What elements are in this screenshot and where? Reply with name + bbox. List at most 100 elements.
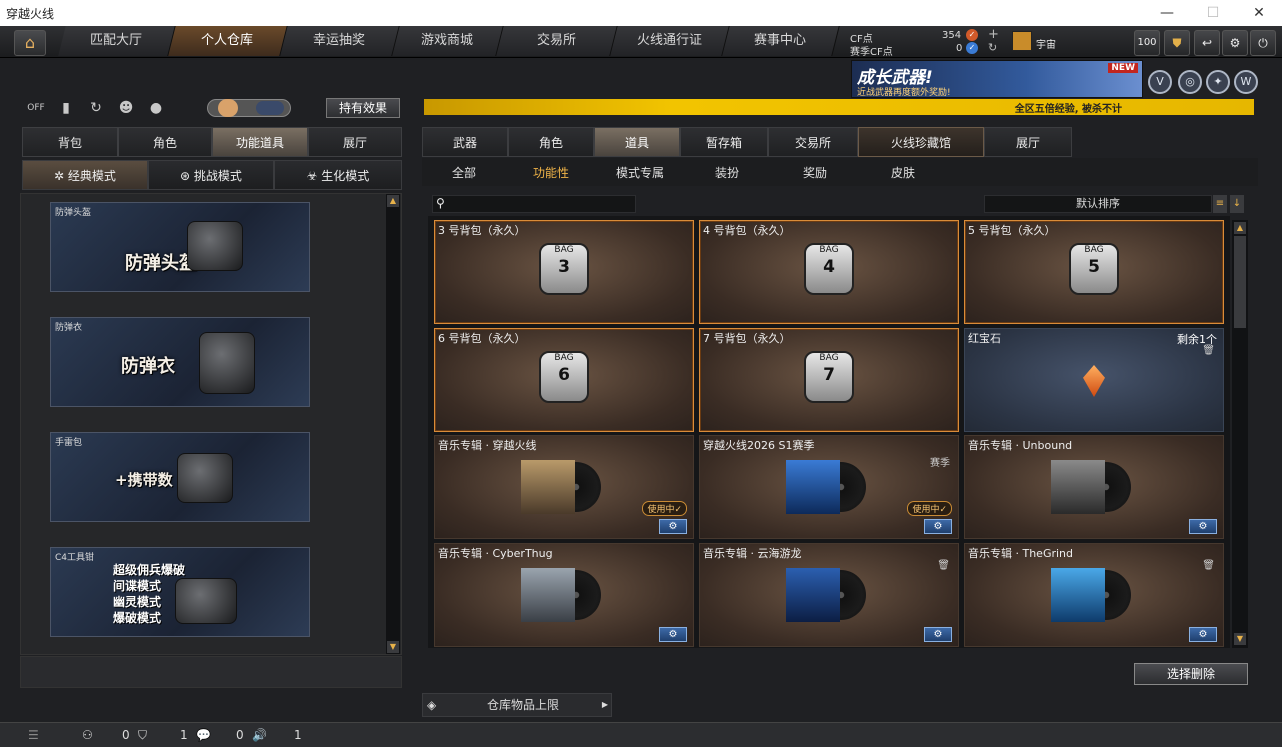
friends-icon[interactable]: ⚇ <box>82 728 93 742</box>
card-title: 6 号背包（永久） <box>438 332 526 345</box>
character-icon[interactable]: ☻ <box>114 98 138 118</box>
shield-icon[interactable]: ⛊ <box>1164 30 1190 56</box>
grid-scroll-thumb[interactable] <box>1234 236 1246 328</box>
scroll-up-arrow[interactable]: ▲ <box>387 195 399 207</box>
item-card-bag-3[interactable]: 3 号背包（永久） BAG 3 <box>434 220 694 324</box>
history-icon[interactable]: ↻ <box>84 98 108 118</box>
item-card-bag-7[interactable]: 7 号背包（永久） BAG 7 <box>699 328 959 432</box>
nav-tab-exchange[interactable]: 交易所 <box>496 26 618 56</box>
item-card-album-cf[interactable]: 音乐专辑 · 穿越火线 使用中✓ ⚙ <box>434 435 694 539</box>
tab-showroom[interactable]: 展厅 <box>308 127 402 157</box>
list-view-icon[interactable]: ≡ <box>1213 195 1227 213</box>
cf-coin-icon: ✓ <box>966 29 978 41</box>
scroll-up-arrow[interactable]: ▲ <box>1234 222 1246 234</box>
nav-tab-lucky-draw[interactable]: 幸运抽奖 <box>280 26 400 56</box>
item-card-bag-4[interactable]: 4 号背包（永久） BAG 4 <box>699 220 959 324</box>
tab-weapons[interactable]: 武器 <box>422 127 508 157</box>
rank-medal-icon-4[interactable]: W <box>1234 70 1258 94</box>
album-disc-icon <box>1051 568 1133 622</box>
item-card-album-s1[interactable]: 穿越火线2026 S1赛季 赛季 使用中✓ ⚙ <box>699 435 959 539</box>
sort-direction-icon[interactable]: ↓ <box>1230 195 1244 213</box>
rank-medal-icon-2[interactable]: ◎ <box>1178 70 1202 94</box>
shield-status-icon[interactable]: ⛉ <box>138 728 147 743</box>
return-icon[interactable]: ↩ <box>1194 30 1220 56</box>
tab-gallery[interactable]: 展厅 <box>984 127 1072 157</box>
tab-collection-hall[interactable]: 火线珍藏馆 <box>858 127 984 157</box>
refresh-icon[interactable]: ↻ <box>988 41 997 54</box>
item-card-album-unbound[interactable]: 音乐专辑 · Unbound ⚙ <box>964 435 1224 539</box>
settings-gear-icon[interactable]: ⚙ <box>659 519 687 534</box>
list-item-helmet[interactable]: 防弹头盔 防弹头盔 <box>50 202 310 292</box>
left-scrollbar[interactable] <box>386 194 400 654</box>
tab-exchange[interactable]: 交易所 <box>768 127 858 157</box>
settings-gear-icon[interactable]: ⚙ <box>1189 519 1217 534</box>
menu-icon[interactable]: ☰ <box>28 728 39 742</box>
chat-icon[interactable]: 💬 <box>196 728 211 742</box>
nav-tab-shop[interactable]: 游戏商城 <box>392 26 504 56</box>
subtab-decor[interactable]: 装扮 <box>715 164 739 181</box>
minimize-button[interactable]: — <box>1144 0 1190 26</box>
list-item-grenade-bag[interactable]: 手雷包 +携带数 <box>50 432 310 522</box>
mode-tab-challenge[interactable]: ⊛ 挑战模式 <box>148 160 274 190</box>
ranking-icon[interactable]: ▮ <box>54 98 78 118</box>
mode-tab-zombie[interactable]: ☣ 生化模式 <box>274 160 402 190</box>
settings-gear-icon[interactable]: ⚙ <box>1222 30 1248 56</box>
scroll-down-arrow[interactable]: ▼ <box>1234 633 1246 645</box>
display-toggle[interactable] <box>207 99 291 117</box>
list-item-vest[interactable]: 防弹衣 防弹衣 <box>50 317 310 407</box>
speaker-icon[interactable]: 🔊 <box>252 728 267 742</box>
tab-function-items[interactable]: 功能道具 <box>212 127 308 157</box>
tab-character[interactable]: 角色 <box>118 127 212 157</box>
item-card-album-yunhai[interactable]: 音乐专辑 · 云海游龙 🗑 ⚙ <box>699 543 959 647</box>
album-disc-icon <box>786 460 868 514</box>
trash-icon[interactable]: 🗑 <box>1202 560 1215 571</box>
grenade-icon[interactable]: ● <box>144 98 168 118</box>
nav-tab-events[interactable]: 赛事中心 <box>722 26 840 56</box>
nav-tab-match-lobby[interactable]: 匹配大厅 <box>58 26 176 56</box>
nav-tab-warehouse[interactable]: 个人仓库 <box>168 26 288 56</box>
item-card-bag-6[interactable]: 6 号背包（永久） BAG 6 <box>434 328 694 432</box>
tab-backpack[interactable]: 背包 <box>22 127 118 157</box>
toggle-off-icon[interactable]: OFF <box>24 98 48 118</box>
nav-tab-battlepass[interactable]: 火线通行证 <box>610 26 730 56</box>
search-input[interactable]: ⚲ <box>432 195 636 213</box>
subtab-rewards[interactable]: 奖励 <box>803 164 827 181</box>
rank-medal-icon-3[interactable]: ✦ <box>1206 70 1230 94</box>
trash-icon[interactable]: 🗑 <box>1202 345 1215 356</box>
friends-count: 0 <box>122 728 130 742</box>
scroll-down-arrow[interactable]: ▼ <box>387 641 399 653</box>
subtab-all[interactable]: 全部 <box>452 164 476 181</box>
item-label: 防弹衣 <box>55 323 83 333</box>
list-item-c4-pliers[interactable]: C4工具钳 超级佣兵爆破 间谍模式 幽灵模式 爆破模式 <box>50 547 310 637</box>
item-card-bag-5[interactable]: 5 号背包（永久） BAG 5 <box>964 220 1224 324</box>
rank-medal-icon-1[interactable]: V <box>1148 70 1172 94</box>
subtab-skins[interactable]: 皮肤 <box>891 164 915 181</box>
maximize-button[interactable]: ☐ <box>1190 0 1236 26</box>
level-badge[interactable]: 100 <box>1134 30 1160 56</box>
settings-gear-icon[interactable]: ⚙ <box>659 627 687 642</box>
power-icon[interactable]: ⏻ <box>1250 30 1276 56</box>
subtab-mode-exclusive[interactable]: 模式专属 <box>616 164 664 181</box>
tab-roles[interactable]: 角色 <box>508 127 594 157</box>
settings-gear-icon[interactable]: ⚙ <box>924 519 952 534</box>
recharge-plus-icon[interactable]: + <box>988 27 999 42</box>
select-delete-button[interactable]: 选择删除 <box>1134 663 1248 685</box>
close-button[interactable]: ✕ <box>1236 0 1282 26</box>
trash-icon[interactable]: 🗑 <box>937 560 950 571</box>
sort-dropdown[interactable]: 默认排序 <box>984 195 1212 213</box>
promo-banner[interactable]: 成长武器! 近战武器再度额外奖励! NEW <box>851 60 1143 98</box>
home-icon[interactable]: ⌂ <box>14 30 46 56</box>
holding-effect-button[interactable]: 持有效果 <box>326 98 400 118</box>
subtab-functional[interactable]: 功能性 <box>533 164 569 181</box>
tab-storage-box[interactable]: 暂存箱 <box>680 127 768 157</box>
announcement-bar: 全区五倍经验, 被杀不计 <box>424 99 1254 115</box>
mode-tab-classic[interactable]: ✲ 经典模式 <box>22 160 148 190</box>
capacity-button[interactable]: ◈ 仓库物品上限 ▶ <box>422 693 612 717</box>
item-card-album-thegrind[interactable]: 音乐专辑 · TheGrind 🗑 ⚙ <box>964 543 1224 647</box>
settings-gear-icon[interactable]: ⚙ <box>924 627 952 642</box>
item-card-ruby[interactable]: 红宝石 剩余1个 🗑 <box>964 328 1224 432</box>
announcement-text: 全区五倍经验, 被杀不计 <box>1014 104 1122 115</box>
tab-props[interactable]: 道具 <box>594 127 680 157</box>
item-card-album-cyberthug[interactable]: 音乐专辑 · CyberThug ⚙ <box>434 543 694 647</box>
settings-gear-icon[interactable]: ⚙ <box>1189 627 1217 642</box>
